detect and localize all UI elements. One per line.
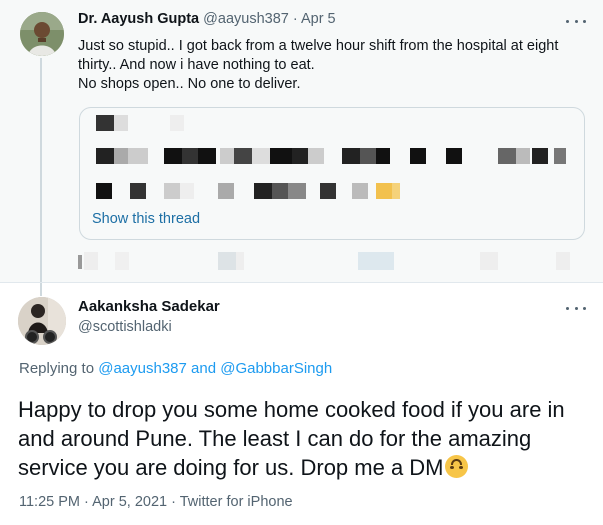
replying-to: Replying to @aayush387 and @GabbbarSingh: [19, 360, 332, 377]
more-dots-icon[interactable]: [566, 14, 586, 28]
separator-dot: ·: [292, 11, 298, 27]
tweet-text-line: Just so stupid.. I got back from a twelv…: [78, 38, 559, 54]
tweet-text: Just so stupid.. I got back from a twelv…: [78, 37, 588, 94]
tweet-text: Happy to drop you some home cooked food …: [18, 395, 593, 482]
upside-down-face-emoji-icon: [444, 455, 468, 478]
mention-link[interactable]: @aayush387: [98, 360, 187, 377]
divider: [0, 282, 603, 283]
more-dots-icon[interactable]: [566, 301, 586, 315]
thread-connector-line: [40, 58, 42, 296]
tweet-header: Dr. Aayush Gupta @aayush387 · Apr 5: [78, 11, 336, 27]
author-name[interactable]: Dr. Aayush Gupta: [78, 11, 199, 27]
author-handle[interactable]: @aayush387: [203, 11, 289, 27]
tweet-metadata: 11:25 PM · Apr 5, 2021 · Twitter for iPh…: [19, 494, 293, 510]
separator-dot: ·: [171, 494, 176, 510]
tweet-text-line: thirty.. And now i have nothing to eat.: [78, 57, 315, 73]
avatar[interactable]: [18, 297, 66, 345]
author-handle[interactable]: @scottishladki: [78, 319, 172, 335]
avatar[interactable]: [20, 12, 64, 56]
mention-link[interactable]: @GabbbarSingh: [220, 360, 332, 377]
show-thread-link[interactable]: Show this thread: [92, 211, 200, 227]
tweet-screenshot: Dr. Aayush Gupta @aayush387 · Apr 5 Just…: [0, 0, 603, 525]
tweet-date[interactable]: Apr 5, 2021: [92, 494, 167, 510]
tweet-text-line: No shops open.. No one to deliver.: [78, 76, 301, 92]
avatar-photo-icon: [20, 12, 64, 56]
tweet-date[interactable]: Apr 5: [301, 11, 336, 27]
avatar-photo-icon: [18, 297, 66, 345]
replying-prefix: Replying to: [19, 360, 95, 377]
tweet-body-text: Happy to drop you some home cooked food …: [18, 397, 565, 480]
author-name[interactable]: Aakanksha Sadekar: [78, 298, 220, 315]
quoted-tweet-card[interactable]: Show this thread: [79, 107, 585, 240]
parent-tweet: Dr. Aayush Gupta @aayush387 · Apr 5 Just…: [0, 0, 603, 296]
tweet-source[interactable]: Twitter for iPhone: [180, 494, 293, 510]
replying-joiner: and: [191, 360, 217, 377]
tweet-time[interactable]: 11:25 PM: [19, 494, 80, 510]
separator-dot: ·: [84, 494, 89, 510]
